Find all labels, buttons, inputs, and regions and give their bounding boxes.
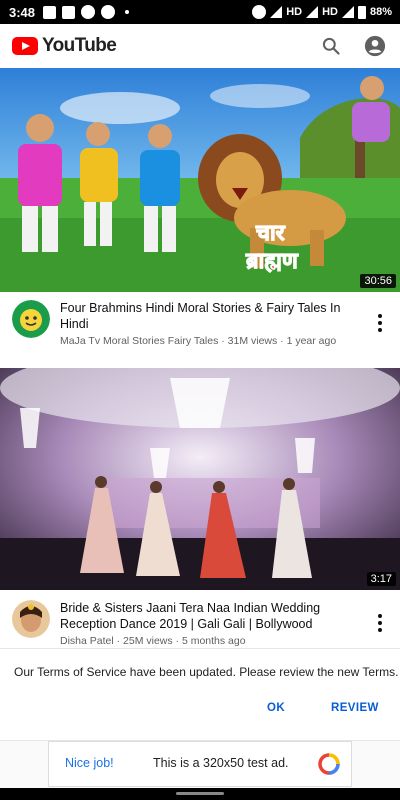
more-options-icon[interactable]: [372, 600, 388, 647]
test-ad-banner[interactable]: Nice job! This is a 320x50 test ad.: [48, 741, 352, 787]
ad-nice-job: Nice job!: [65, 756, 114, 770]
video-thumbnail[interactable]: 3:17: [0, 368, 400, 590]
video-info[interactable]: Four Brahmins Hindi Moral Stories & Fair…: [0, 300, 400, 347]
status-bar: 3:48 HD HD 88%: [0, 0, 400, 24]
admob-logo-icon: [318, 753, 340, 775]
ad-text: This is a 320x50 test ad.: [153, 756, 289, 770]
more-options-icon[interactable]: [372, 300, 388, 347]
video-title[interactable]: Four Brahmins Hindi Moral Stories & Fair…: [60, 300, 372, 332]
terms-message: Our Terms of Service have been updated. …: [14, 665, 399, 679]
video-title[interactable]: Bride & Sisters Jaani Tera Naa Indian We…: [60, 600, 372, 632]
wifi-icon: [270, 6, 283, 18]
navigation-bar: [0, 788, 400, 800]
video-thumbnail[interactable]: चार ब्राह्मण 30:56: [0, 68, 400, 292]
notification-icon: [81, 5, 96, 19]
account-circle-icon[interactable]: [364, 35, 386, 57]
youtube-play-icon: [12, 37, 38, 55]
youtube-logo[interactable]: YouTube: [12, 35, 117, 57]
video-duration: 3:17: [366, 572, 396, 586]
youtube-wordmark: YouTube: [42, 35, 117, 56]
notification-icon-2: [101, 5, 116, 19]
video-info[interactable]: Bride & Sisters Jaani Tera Naa Indian We…: [0, 600, 400, 647]
app-bar: YouTube: [0, 24, 400, 68]
network-label-2: HD: [322, 6, 338, 18]
channel-avatar[interactable]: [12, 300, 50, 338]
signal-icon: [306, 6, 319, 18]
cartoon-thumbnail-image: चार ब्राह्मण: [0, 68, 400, 292]
news-icon: [62, 5, 76, 19]
ok-button[interactable]: OK: [267, 702, 285, 714]
status-time: 3:48: [9, 4, 36, 20]
signal-icon-2: [341, 6, 354, 18]
channel-avatar[interactable]: [12, 600, 50, 638]
network-label: HD: [286, 6, 303, 18]
battery-level: 88%: [369, 6, 392, 18]
search-icon[interactable]: [320, 35, 342, 57]
more-notifications-icon: [125, 10, 130, 14]
home-indicator[interactable]: [176, 792, 224, 795]
video-subtitle: MaJa Tv Moral Stories Fairy Tales · 31M …: [60, 335, 337, 347]
video-subtitle: Disha Patel · 25M views · 5 months ago: [60, 635, 246, 647]
email-icon: [43, 5, 57, 19]
review-button[interactable]: REVIEW: [331, 702, 379, 714]
wedding-thumbnail-image: [0, 368, 400, 590]
ad-area: Nice job! This is a 320x50 test ad.: [0, 740, 400, 788]
battery-icon: [357, 5, 366, 19]
terms-update-banner: Our Terms of Service have been updated. …: [0, 648, 400, 740]
alarm-icon: [252, 5, 267, 19]
video-duration: 30:56: [360, 274, 396, 288]
